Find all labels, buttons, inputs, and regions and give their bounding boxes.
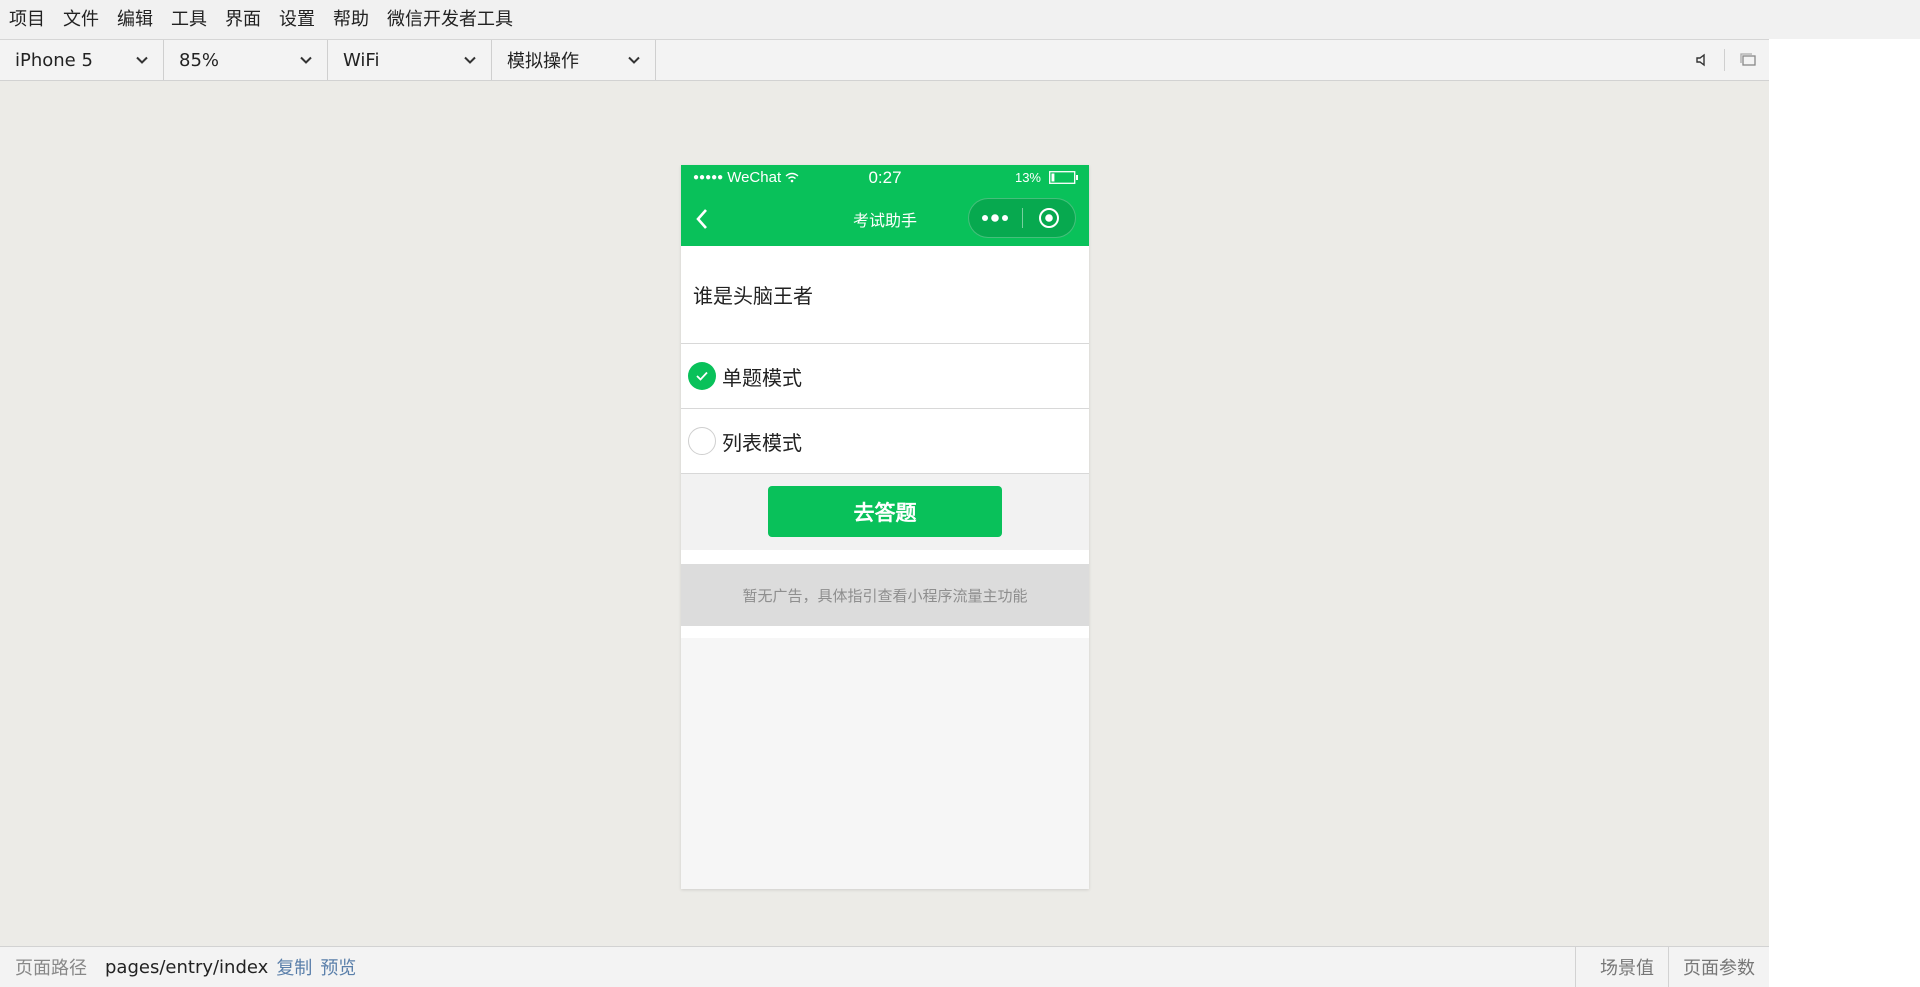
toolbar-right-actions (1694, 40, 1757, 80)
radio-checked-icon[interactable] (688, 362, 716, 390)
zoom-select-value: 85% (179, 49, 220, 71)
status-battery: 13% (1015, 170, 1079, 185)
option-label: 单题模式 (722, 365, 802, 390)
page-params-button[interactable]: 页面参数 (1668, 947, 1769, 987)
page-path-value: pages/entry/index (105, 956, 269, 978)
bottom-right-actions: 场景值 页面参数 (1575, 947, 1769, 987)
menu-edit[interactable]: 编辑 (108, 0, 162, 39)
battery-percent: 13% (1014, 170, 1041, 185)
page-content: 谁是头脑王者 单题模式 列表模式 去答题 暂无广告，具体指引查看小程序流量主功能 (681, 246, 1089, 638)
network-select[interactable]: WiFi (328, 40, 492, 80)
menu-project[interactable]: 项目 (0, 0, 54, 39)
page-heading: 谁是头脑王者 (681, 246, 1089, 344)
simulator-workspace: iPhone 5 85% WiFi 模拟操作 ●●●●● WeChat 0:27… (0, 39, 1769, 987)
simulator-toolbar: iPhone 5 85% WiFi 模拟操作 (0, 39, 1769, 81)
target-circle-icon (1038, 208, 1059, 228)
menu-help[interactable]: 帮助 (324, 0, 378, 39)
button-area: 去答题 (681, 474, 1089, 564)
menu-devtools[interactable]: 微信开发者工具 (378, 0, 522, 39)
operation-select-value: 模拟操作 (507, 51, 579, 72)
option-single-mode[interactable]: 单题模式 (681, 344, 1089, 409)
preview-link[interactable]: 预览 (320, 954, 356, 980)
more-options-button[interactable] (969, 198, 1022, 238)
zoom-select[interactable]: 85% (164, 40, 328, 80)
battery-icon (1049, 171, 1078, 184)
chevron-down-icon (300, 56, 312, 64)
more-dots-icon (982, 214, 1009, 222)
menubar: 项目 文件 编辑 工具 界面 设置 帮助 微信开发者工具 (0, 0, 1920, 39)
menu-file[interactable]: 文件 (54, 0, 108, 39)
chevron-down-icon (136, 56, 148, 64)
option-label: 列表模式 (722, 430, 802, 455)
copy-link[interactable]: 复制 (276, 954, 312, 980)
menu-view[interactable]: 界面 (216, 0, 270, 39)
operation-select[interactable]: 模拟操作 (492, 40, 656, 80)
chevron-down-icon (464, 56, 476, 64)
status-bar: ●●●●● WeChat 0:27 13% (681, 165, 1089, 191)
radio-unchecked-icon[interactable] (688, 427, 716, 455)
scene-value-button[interactable]: 场景值 (1575, 947, 1668, 987)
menu-tools[interactable]: 工具 (162, 0, 216, 39)
toolbar-divider (1724, 49, 1725, 71)
nav-bar: 考试助手 (681, 191, 1089, 246)
phone-simulator: ●●●●● WeChat 0:27 13% 考试助手 谁是头脑王者 单题模式 列… (681, 165, 1089, 889)
chevron-down-icon (628, 56, 640, 64)
detach-window-icon[interactable] (1739, 52, 1757, 68)
option-list-mode[interactable]: 列表模式 (681, 409, 1089, 474)
checkmark-icon (696, 371, 708, 381)
device-select-value: iPhone 5 (15, 49, 93, 71)
page-path-label: 页面路径 (15, 958, 87, 979)
device-select[interactable]: iPhone 5 (0, 40, 164, 80)
menu-capsule (968, 198, 1076, 238)
bottom-bar: 页面路径 pages/entry/index 复制 预览 场景值 页面参数 (0, 946, 1769, 987)
network-select-value: WiFi (343, 49, 380, 71)
ad-placeholder: 暂无广告，具体指引查看小程序流量主功能 (681, 564, 1089, 638)
close-miniprogram-button[interactable] (1022, 198, 1075, 238)
menu-settings[interactable]: 设置 (270, 0, 324, 39)
speaker-icon[interactable] (1694, 52, 1710, 68)
start-quiz-button[interactable]: 去答题 (768, 486, 1002, 537)
